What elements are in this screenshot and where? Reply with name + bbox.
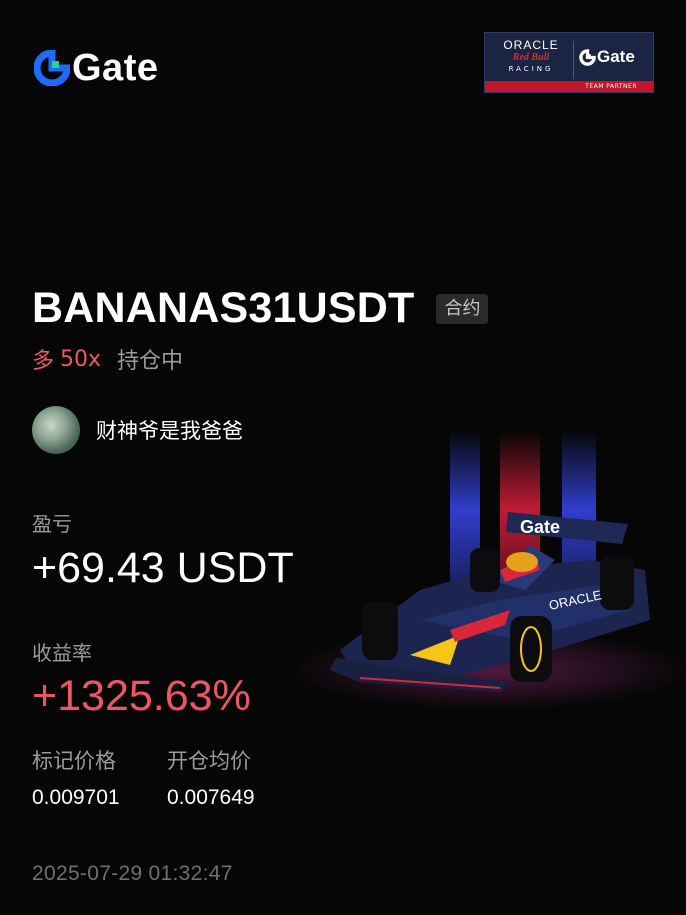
position-status: 持仓中	[117, 349, 184, 374]
roi-value: +1325.63%	[32, 672, 251, 720]
position-info-row: 多 50x 持仓中	[32, 343, 183, 375]
gate-logo-icon	[34, 50, 70, 86]
oracle-text: ORACLE	[503, 38, 559, 52]
svg-text:Gate: Gate	[520, 517, 560, 537]
trading-pair-name: BANANAS31USDT	[32, 284, 415, 332]
roi-label: 收益率	[32, 641, 92, 665]
position-side: 多	[32, 349, 55, 374]
oracle-redbull-logo: ORACLE Red Bull RACING	[491, 39, 571, 74]
mark-price-block: 标记价格 0.009701	[32, 748, 120, 810]
f1-car-illustration: Gate ORACLE	[300, 430, 686, 710]
partner-gate-logo: Gate	[579, 47, 635, 67]
trading-pair-row: BANANAS31USDT 合约	[32, 284, 489, 332]
mark-price-value: 0.009701	[32, 786, 120, 809]
team-partner-strip: TEAM PARTNER	[485, 81, 653, 92]
mark-price-label: 标记价格	[32, 749, 116, 773]
partner-divider	[573, 41, 574, 79]
pnl-label: 盈亏	[32, 512, 72, 536]
leverage: 50x	[60, 346, 102, 372]
racing-text: RACING	[508, 65, 554, 73]
gate-logo-small-icon	[579, 48, 596, 66]
avatar	[32, 406, 80, 454]
pnl-value: +69.43 USDT	[32, 544, 294, 592]
contract-type-badge: 合约	[436, 294, 489, 324]
gate-logo: Gate	[34, 49, 158, 87]
entry-price-value: 0.007649	[167, 786, 255, 809]
partner-gate-text: Gate	[597, 47, 635, 66]
username: 财神爷是我爸爸	[96, 419, 243, 443]
entry-price-block: 开仓均价 0.007649	[167, 748, 255, 810]
redbull-text: Red Bull	[512, 52, 550, 63]
team-partner-badge: ORACLE Red Bull RACING Gate TEAM PARTNER	[484, 32, 654, 93]
entry-price-label: 开仓均价	[167, 749, 251, 773]
timestamp: 2025-07-29 01:32:47	[32, 862, 233, 885]
brand-name: Gate	[72, 47, 159, 89]
user-row: 财神爷是我爸爸	[32, 406, 243, 454]
